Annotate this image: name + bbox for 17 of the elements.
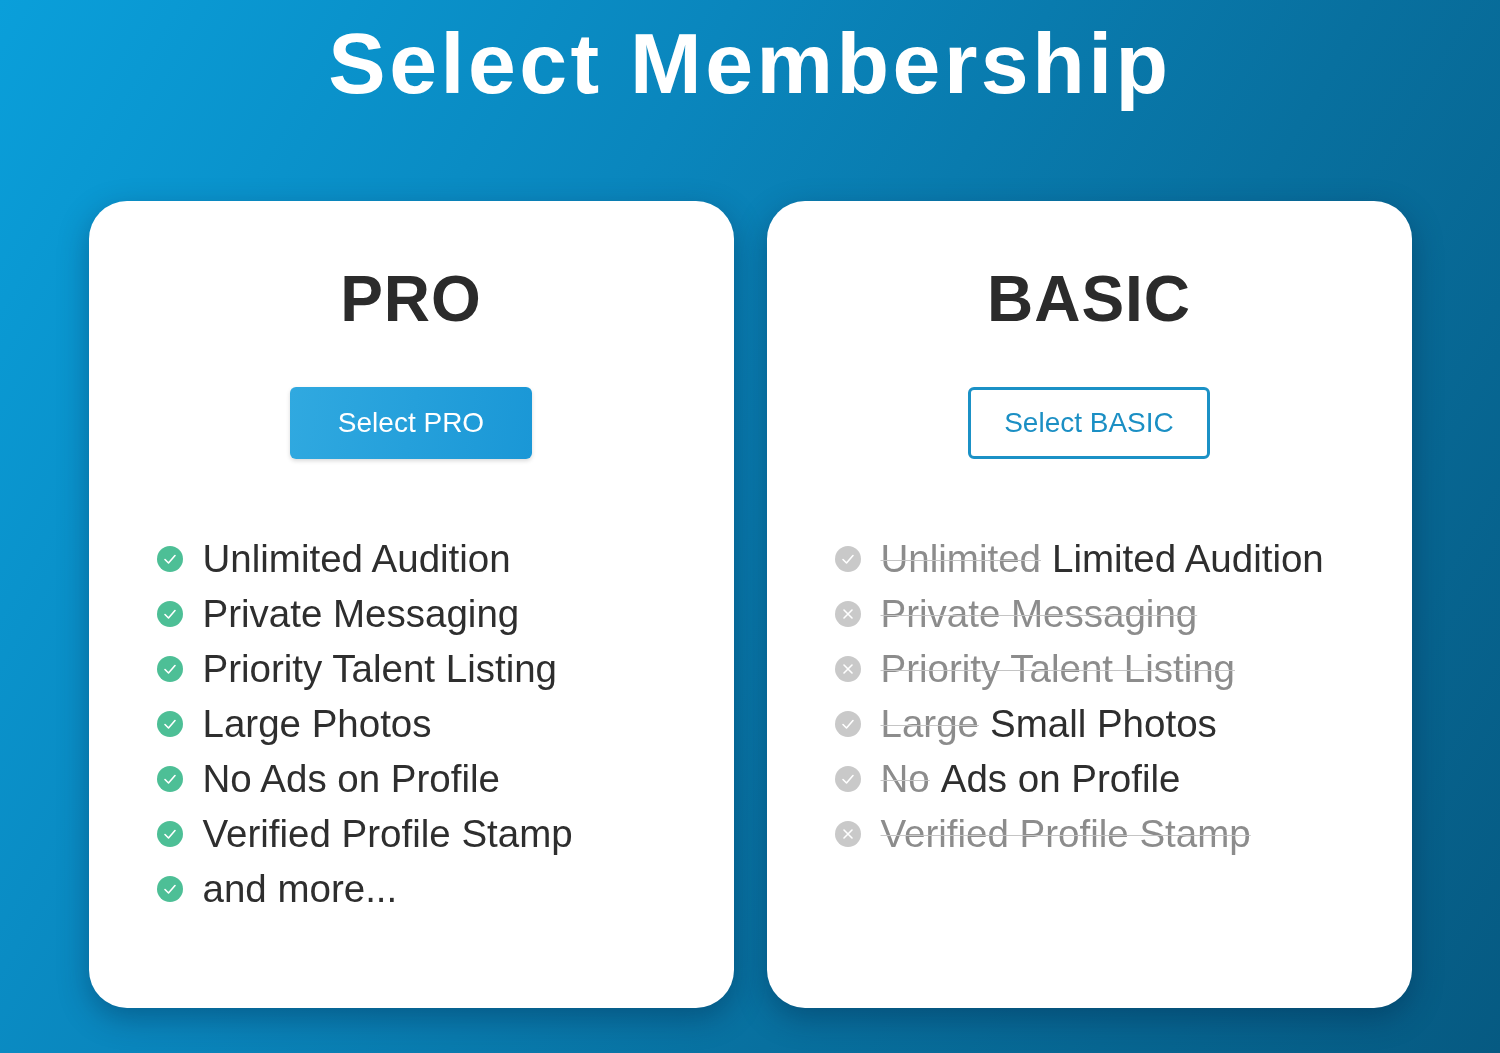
feature-text: Priority Talent Listing (202, 645, 557, 692)
page-title: Select Membership (328, 14, 1172, 113)
plan-name: PRO (340, 267, 482, 332)
feature-text: Private Messaging (202, 590, 520, 637)
select-plan-button[interactable]: Select PRO (290, 387, 532, 460)
select-plan-button[interactable]: Select BASIC (968, 387, 1210, 460)
feature-text: Limited Audition (1051, 535, 1324, 582)
feature-text: Small Photos (989, 700, 1217, 747)
struck-feature-text: Unlimited (880, 535, 1041, 582)
plan-name: BASIC (986, 267, 1192, 332)
feature-text: Large Photos (202, 700, 432, 747)
feature-text: Verified Profile Stamp (202, 810, 573, 857)
struck-feature-text: No (880, 755, 930, 802)
feature-text: and more... (202, 865, 398, 912)
feature-text: Ads on Profile (940, 755, 1181, 802)
feature-text: No Ads on Profile (202, 755, 500, 802)
feature-text: Unlimited Audition (202, 535, 511, 582)
